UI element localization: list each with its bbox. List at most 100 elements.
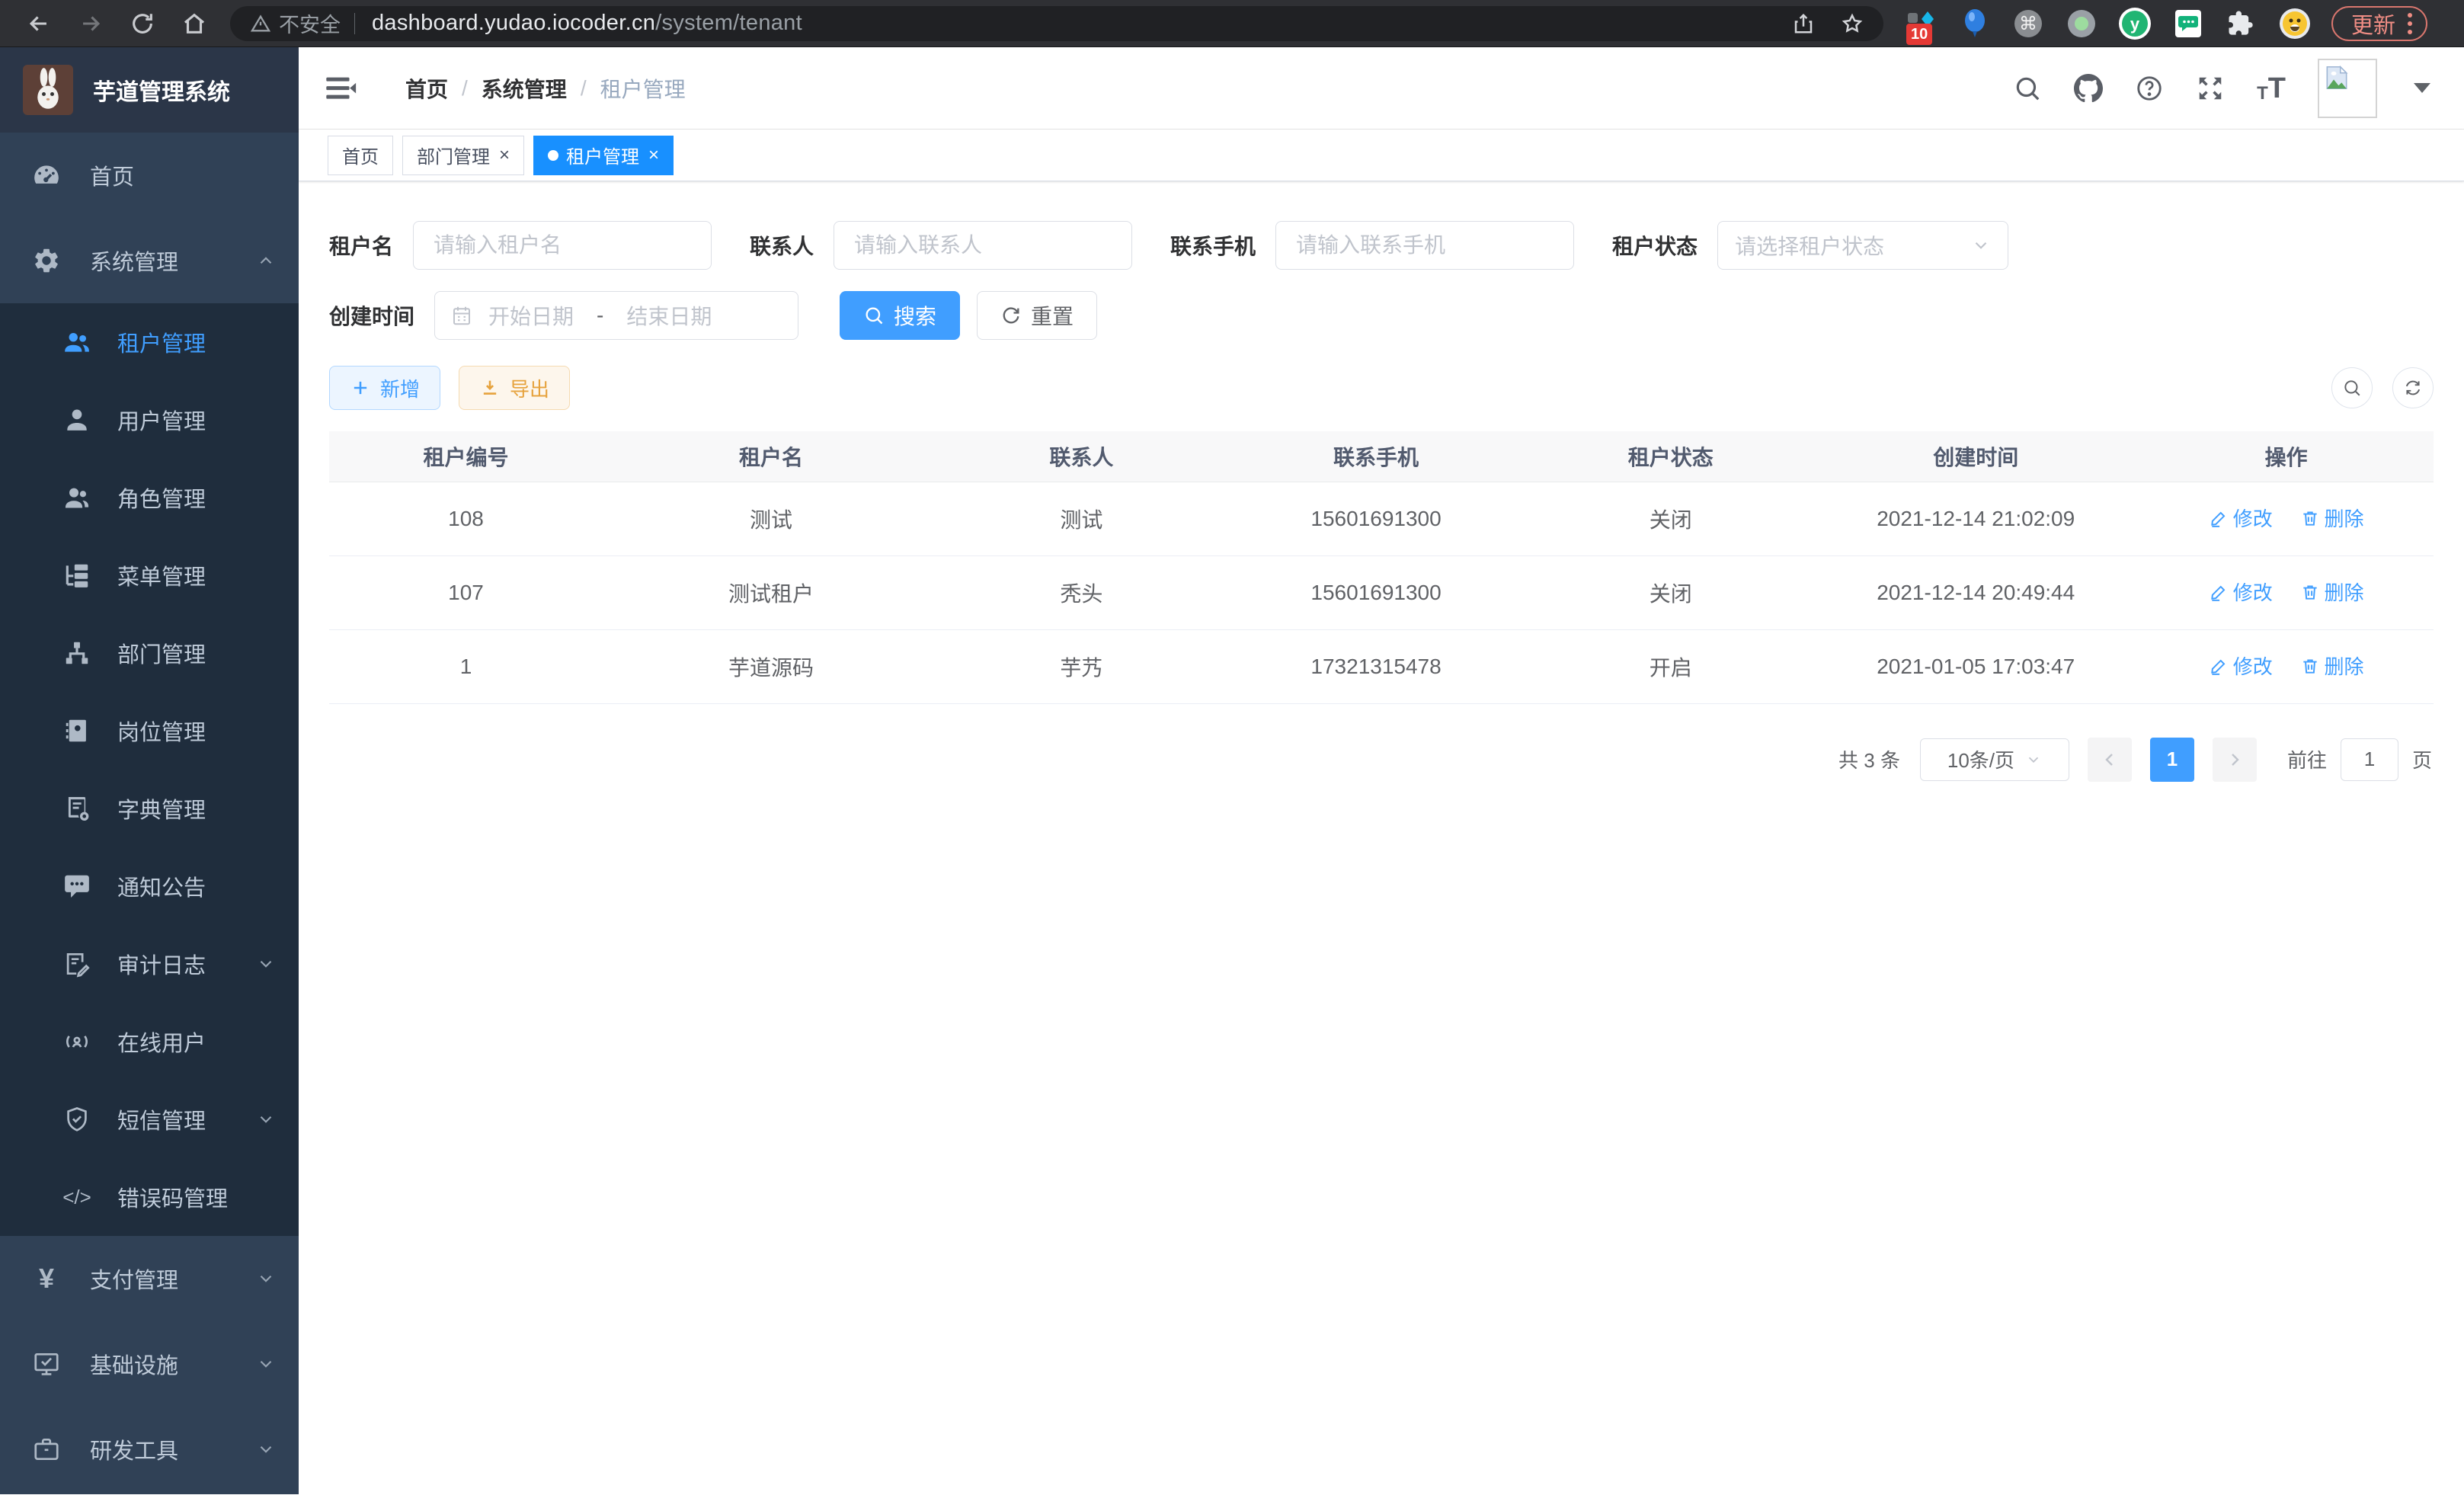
update-label: 更新	[2351, 8, 2395, 40]
sidebar-item-role[interactable]: 角色管理	[0, 459, 299, 536]
fullscreen-icon[interactable]	[2196, 74, 2225, 103]
sidebar-item-dict[interactable]: 字典管理	[0, 770, 299, 847]
sidebar-item-online-users[interactable]: 在线用户	[0, 1003, 299, 1080]
delete-link[interactable]: 删除	[2300, 504, 2364, 532]
chevron-up-icon	[256, 251, 276, 271]
avatar-caret-icon[interactable]	[2414, 83, 2430, 93]
extension-tampermonkey-icon[interactable]: 10	[1905, 7, 1938, 40]
url-host: dashboard.yudao.iocoder.cn	[372, 11, 655, 35]
refresh-table-button[interactable]	[2392, 367, 2434, 408]
prev-page-button[interactable]	[2088, 738, 2132, 782]
browser-update-button[interactable]: 更新	[2331, 6, 2427, 41]
show-search-toggle-button[interactable]	[2331, 367, 2373, 408]
status-select[interactable]: 请选择租户状态	[1717, 221, 2008, 270]
edit-link[interactable]: 修改	[2209, 578, 2273, 606]
sidebar-item-label: 字典管理	[117, 792, 206, 824]
extension-command-icon[interactable]: ⌘	[2011, 7, 2045, 40]
sidebar-item-dept[interactable]: 部门管理	[0, 614, 299, 692]
sidebar-item-sms[interactable]: 短信管理	[0, 1080, 299, 1158]
extension-recorder-icon[interactable]	[2065, 7, 2098, 40]
hamburger-icon[interactable]	[323, 71, 358, 106]
browser-address-bar[interactable]: 不安全 dashboard.yudao.iocoder.cn/system/te…	[230, 6, 1883, 41]
chevron-down-icon	[1971, 235, 1991, 255]
column-header-tenant-name: 租户名	[603, 431, 939, 482]
sidebar-item-audit-log[interactable]: 审计日志	[0, 925, 299, 1003]
reset-button[interactable]: 重置	[977, 291, 1097, 340]
sidebar-item-notice[interactable]: 通知公告	[0, 847, 299, 925]
search-button-label: 搜索	[894, 300, 936, 331]
browser-reload-icon[interactable]	[130, 11, 155, 37]
delete-link[interactable]: 删除	[2300, 651, 2364, 680]
browser-forward-icon[interactable]	[78, 11, 104, 37]
message-icon	[62, 872, 91, 901]
browser-extensions: 10 ⌘ y	[1905, 7, 2312, 40]
goto-page-input[interactable]	[2341, 738, 2398, 781]
github-icon[interactable]	[2074, 74, 2103, 103]
not-secure-label[interactable]: 不安全	[279, 8, 341, 38]
browser-back-icon[interactable]	[26, 11, 52, 37]
page-number-button[interactable]: 1	[2150, 738, 2194, 782]
create-time-range-picker[interactable]: 开始日期 - 结束日期	[434, 291, 798, 340]
sidebar-item-post[interactable]: 岗位管理	[0, 692, 299, 770]
sidebar-item-menu[interactable]: 菜单管理	[0, 536, 299, 614]
page-size-value: 10条/页	[1947, 745, 2014, 773]
avatar[interactable]	[2318, 59, 2377, 118]
bookmark-star-icon[interactable]	[1841, 12, 1864, 35]
page-url[interactable]: dashboard.yudao.iocoder.cn/system/tenant	[372, 11, 802, 36]
extension-chat-icon[interactable]	[2171, 7, 2205, 40]
tab-home[interactable]: 首页	[328, 136, 393, 175]
add-button[interactable]: 新增	[329, 366, 440, 410]
app-title: 芋道管理系统	[93, 73, 230, 107]
share-icon[interactable]	[1792, 12, 1815, 35]
browser-menu-icon[interactable]	[2408, 13, 2412, 34]
mobile-input[interactable]	[1275, 221, 1574, 270]
sidebar-item-tenant[interactable]: 租户管理	[0, 303, 299, 381]
tab-tenant[interactable]: 租户管理 ×	[533, 136, 674, 175]
sidebar-item-user[interactable]: 用户管理	[0, 381, 299, 459]
sidebar-item-infrastructure[interactable]: 基础设施	[0, 1321, 299, 1407]
chevron-down-icon	[256, 1439, 276, 1459]
delete-link[interactable]: 删除	[2300, 578, 2364, 606]
filter-row-1: 租户名 联系人 联系手机 租户状态 请选择租户状态	[329, 221, 2434, 270]
tenant-name-input[interactable]	[413, 221, 712, 270]
chevron-down-icon	[256, 1109, 276, 1129]
sidebar-item-home[interactable]: 首页	[0, 133, 299, 218]
breadcrumb-home[interactable]: 首页	[405, 73, 448, 104]
breadcrumb-system[interactable]: 系统管理	[482, 73, 567, 104]
plus-icon	[350, 377, 371, 399]
close-tab-icon[interactable]: ×	[499, 145, 510, 166]
profile-avatar-icon[interactable]	[2278, 7, 2312, 40]
breadcrumb-separator: /	[581, 76, 587, 101]
next-page-button[interactable]	[2213, 738, 2257, 782]
edit-link[interactable]: 修改	[2209, 651, 2273, 680]
extensions-puzzle-icon[interactable]	[2225, 7, 2258, 40]
help-icon[interactable]	[2135, 74, 2164, 103]
chevron-down-icon	[256, 954, 276, 974]
omnibox-divider	[354, 13, 355, 34]
create-time-label: 创建时间	[329, 300, 414, 331]
app-logo-row[interactable]: 芋道管理系统	[0, 47, 299, 133]
edit-icon	[2209, 508, 2229, 528]
org-chart-icon	[62, 639, 91, 667]
extension-y-icon[interactable]: y	[2118, 7, 2152, 40]
font-size-icon[interactable]: TT	[2257, 74, 2286, 103]
download-icon	[479, 377, 501, 399]
browser-home-icon[interactable]	[181, 11, 207, 37]
sidebar-submenu-system: 租户管理 用户管理 角色管理 菜单管理	[0, 303, 299, 1236]
tab-dept[interactable]: 部门管理 ×	[402, 136, 524, 175]
edit-link[interactable]: 修改	[2209, 504, 2273, 532]
extension-balloon-icon[interactable]	[1958, 7, 1992, 40]
sidebar-item-error-code[interactable]: </> 错误码管理	[0, 1158, 299, 1236]
contact-input[interactable]	[834, 221, 1132, 270]
search-button[interactable]: 搜索	[840, 291, 960, 340]
page-size-select[interactable]: 10条/页	[1920, 738, 2069, 781]
sidebar-item-dev-tools[interactable]: 研发工具	[0, 1407, 299, 1492]
not-secure-icon	[250, 13, 271, 34]
table-row: 108 测试 测试 15601691300 关闭 2021-12-14 21:0…	[329, 482, 2434, 555]
sidebar-item-payment[interactable]: ¥ 支付管理	[0, 1236, 299, 1321]
close-tab-icon[interactable]: ×	[648, 145, 659, 166]
export-button[interactable]: 导出	[459, 366, 570, 410]
sidebar-item-system[interactable]: 系统管理	[0, 218, 299, 303]
export-button-label: 导出	[510, 374, 549, 402]
search-icon[interactable]	[2013, 74, 2042, 103]
